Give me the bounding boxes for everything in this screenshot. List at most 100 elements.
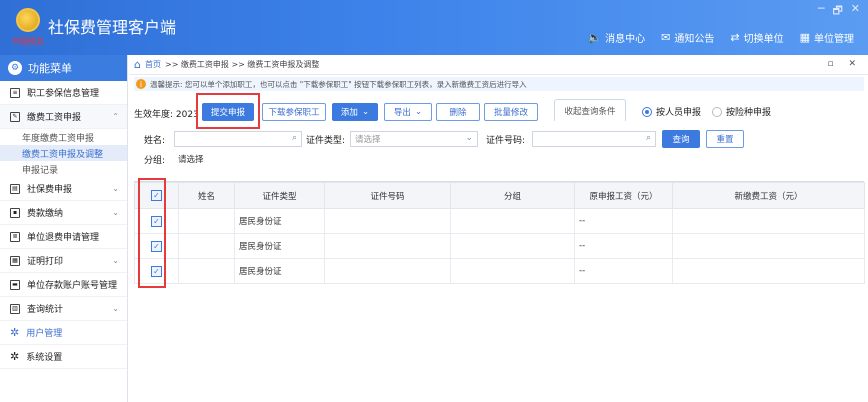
- sidebar-item-statistics[interactable]: ▥ 查询统计 ⌄: [0, 297, 127, 321]
- tax-emblem-icon: [16, 8, 40, 32]
- new-wage-cell[interactable]: [672, 233, 865, 259]
- breadcrumb-home[interactable]: 首页: [145, 59, 161, 70]
- sidebar-item-payment[interactable]: ▪ 费款缴纳 ⌄: [0, 201, 127, 225]
- building-icon: ▦: [799, 31, 810, 44]
- sidebar-item-bank-account[interactable]: ▬ 单位存款账户账号管理: [0, 273, 127, 297]
- nav-unit-management[interactable]: ▦ 单位管理: [800, 30, 854, 45]
- sidebar-item-wage-declaration[interactable]: ✎ 缴费工资申报 ⌃: [0, 105, 127, 129]
- radio-by-insurance-type[interactable]: 按险种申报: [712, 105, 771, 118]
- switch-icon: ⇄: [730, 31, 740, 44]
- name-label: 姓名:: [144, 136, 166, 146]
- id-type-select[interactable]: 请选择 ⌄: [350, 131, 478, 147]
- new-wage-cell[interactable]: [672, 208, 865, 234]
- sidebar-header: ⚙ 功能菜单: [0, 55, 127, 81]
- employee-table: ✓ 姓名 证件类型 证件号码 分组 原申报工资（元） 新缴费工资（元） ✓ 居民…: [134, 178, 865, 288]
- table-header-row: ✓ 姓名 证件类型 证件号码 分组 原申报工资（元） 新缴费工资（元）: [134, 182, 865, 209]
- delete-button[interactable]: 删除: [436, 103, 480, 121]
- sidebar-subitem-annual[interactable]: 年度缴费工资申报: [0, 129, 127, 145]
- name-cell: [178, 208, 235, 234]
- nav-switch-unit[interactable]: ⇄ 切换单位: [730, 30, 783, 45]
- breadcrumb-path: >> 缴费工资申报 >> 缴费工资申报及调整: [164, 60, 320, 69]
- list-icon: ≡: [10, 87, 20, 98]
- chevron-down-icon: ⌄: [112, 256, 119, 265]
- column-header-id-number: 证件号码: [324, 182, 451, 209]
- old-wage-cell: --: [574, 233, 673, 259]
- filter-panel: 姓名: ⌕ 证件类型: 请选择 ⌄ 证件号码: ⌕ 查询 重置 分组: 请选择: [130, 129, 868, 173]
- tip-banner: i 温馨提示: 您可以单个添加职工，也可以点击 "下载参保职工" 按钮下载参保职…: [134, 77, 864, 91]
- export-dropdown-button[interactable]: 导出 ⌄: [384, 103, 432, 121]
- table-row[interactable]: ✓ 居民身份证 --: [134, 258, 865, 284]
- breadcrumb: ⌂ 首页 >> 缴费工资申报 >> 缴费工资申报及调整 ▫ ✕: [130, 55, 868, 75]
- column-header-group: 分组: [450, 182, 575, 209]
- column-header-name: 姓名: [178, 182, 235, 209]
- column-header-new-wage: 新缴费工资（元）: [672, 182, 865, 209]
- print-icon: ▦: [10, 255, 20, 266]
- radio-by-person[interactable]: 按人员申报: [642, 105, 701, 118]
- nav-message-center[interactable]: 🔈 消息中心: [587, 30, 645, 45]
- search-icon: ⌕: [645, 133, 651, 143]
- chevron-down-icon: ⌄: [361, 107, 370, 117]
- query-button[interactable]: 查询: [662, 130, 700, 148]
- old-wage-cell: --: [574, 208, 673, 234]
- id-type-cell: 居民身份证: [234, 258, 325, 284]
- column-header-old-wage: 原申报工资（元）: [574, 182, 673, 209]
- id-number-input[interactable]: ⌕: [532, 131, 656, 147]
- app-header: 中国税务 社保费管理客户端 ─ 🗗 ✕ 🔈 消息中心 ✉ 通知公告 ⇄ 切换单位…: [0, 0, 868, 55]
- chevron-down-icon: ⌄: [465, 133, 473, 143]
- window-controls: ─ 🗗 ✕: [818, 2, 860, 21]
- sidebar-item-social-fee[interactable]: ▤ 社保费申报 ⌄: [0, 177, 127, 201]
- top-nav: 🔈 消息中心 ✉ 通知公告 ⇄ 切换单位 ▦ 单位管理: [587, 30, 854, 45]
- toolbar: 生效年度: 2023 提交申报 下载参保职工 添加 ⌄ 导出 ⌄ 删除 批量修改…: [130, 93, 868, 129]
- group-cell: [450, 208, 575, 234]
- sidebar: ⚙ 功能菜单 ≡ 职工参保信息管理 ✎ 缴费工资申报 ⌃ 年度缴费工资申报 缴费…: [0, 55, 128, 402]
- group-cell: [450, 233, 575, 259]
- restore-icon[interactable]: 🗗: [832, 2, 842, 21]
- sidebar-subitem-records[interactable]: 申报记录: [0, 161, 127, 177]
- sidebar-item-certificate-print[interactable]: ▦ 证明打印 ⌄: [0, 249, 127, 273]
- column-header-id-type: 证件类型: [234, 182, 325, 209]
- add-dropdown-button[interactable]: 添加 ⌄: [332, 103, 378, 121]
- group-select[interactable]: 请选择: [174, 151, 302, 167]
- radio-selected-icon: [642, 106, 652, 117]
- reset-button[interactable]: 重置: [706, 130, 744, 148]
- sidebar-item-refund[interactable]: ≣ 单位退费申请管理: [0, 225, 127, 249]
- batch-edit-button[interactable]: 批量修改: [484, 103, 538, 121]
- group-cell: [450, 258, 575, 284]
- main-content: ⌂ 首页 >> 缴费工资申报 >> 缴费工资申报及调整 ▫ ✕ i 温馨提示: …: [130, 55, 868, 402]
- nav-notices[interactable]: ✉ 通知公告: [661, 30, 714, 45]
- download-employees-button[interactable]: 下载参保职工: [262, 103, 326, 121]
- sidebar-item-user-management[interactable]: ✲ 用户管理: [0, 321, 127, 345]
- mail-icon: ✉: [661, 31, 671, 44]
- home-icon: ⌂: [134, 58, 141, 71]
- document-icon: ▤: [10, 183, 20, 194]
- settings-icon: ✲: [10, 326, 20, 339]
- id-number-cell: [324, 208, 451, 234]
- id-number-label: 证件号码:: [486, 136, 526, 146]
- radio-unselected-icon: [712, 106, 722, 117]
- info-icon: i: [136, 79, 146, 89]
- minimize-icon[interactable]: ─: [818, 2, 825, 21]
- edit-icon: ✎: [10, 111, 20, 122]
- wallet-icon: ▪: [10, 207, 20, 218]
- table-row[interactable]: ✓ 居民身份证 --: [134, 233, 865, 259]
- group-label: 分组:: [144, 156, 166, 166]
- new-wage-cell[interactable]: [672, 258, 865, 284]
- settings-icon: ✲: [10, 350, 20, 363]
- name-cell: [178, 258, 235, 284]
- table-row[interactable]: ✓ 居民身份证 --: [134, 208, 865, 234]
- sidebar-item-employee-info[interactable]: ≡ 职工参保信息管理: [0, 81, 127, 105]
- sidebar-subitem-adjust[interactable]: 缴费工资申报及调整: [0, 145, 127, 161]
- collapse-filters-tab[interactable]: 收起查询条件: [554, 99, 626, 121]
- chevron-down-icon: ⌄: [414, 107, 423, 117]
- highlight-box: [196, 93, 260, 129]
- tip-text: 温馨提示: 您可以单个添加职工，也可以点击 "下载参保职工" 按钮下载参保职工列…: [150, 79, 527, 89]
- id-type-cell: 居民身份证: [234, 233, 325, 259]
- chevron-down-icon: ⌄: [112, 208, 119, 217]
- chevron-down-icon: ⌄: [112, 184, 119, 193]
- form-icon: ≣: [10, 231, 20, 242]
- chevron-up-icon: ⌃: [112, 112, 119, 121]
- sidebar-item-system-settings[interactable]: ✲ 系统设置: [0, 345, 127, 369]
- close-icon[interactable]: ✕: [851, 2, 860, 21]
- tab-close-icon[interactable]: ▫ ✕: [827, 59, 862, 69]
- name-input[interactable]: ⌕: [174, 131, 302, 147]
